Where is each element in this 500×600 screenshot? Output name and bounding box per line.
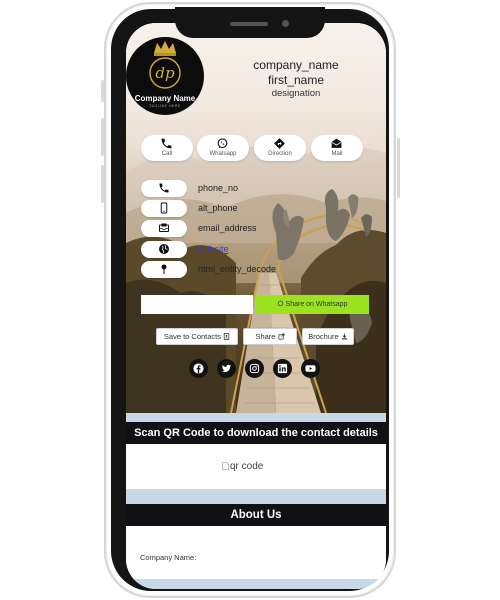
share-icon xyxy=(278,333,285,340)
hero-section: dp Company Name TAGLINE HERE company_nam… xyxy=(126,23,386,413)
mail-button[interactable]: Mail xyxy=(311,135,363,161)
share-label: Share xyxy=(255,332,276,341)
mobile-icon xyxy=(160,202,168,214)
broken-image-icon xyxy=(222,462,229,470)
company-name: company_name xyxy=(253,58,339,72)
section-divider xyxy=(126,413,386,422)
instagram-link[interactable] xyxy=(245,359,264,378)
whatsapp-button[interactable]: Whatsapp xyxy=(197,135,249,161)
linkedin-link[interactable] xyxy=(273,359,292,378)
mail-label: Mail xyxy=(331,151,343,157)
direction-label: Direction xyxy=(268,151,292,157)
share-button[interactable]: Share xyxy=(243,328,297,345)
facebook-link[interactable] xyxy=(189,359,208,378)
alt-phone-number[interactable]: alt_phone xyxy=(198,203,238,213)
whatsapp-label: Whatsapp xyxy=(209,151,237,157)
mail-icon xyxy=(331,138,342,148)
globe-icon xyxy=(159,244,169,254)
map-pin-icon xyxy=(161,264,167,274)
website-link[interactable]: website xyxy=(198,244,229,254)
logo-monogram: dp xyxy=(155,64,175,82)
first-name: first_name xyxy=(267,73,325,87)
envelope-icon xyxy=(159,223,169,232)
contact-icon-pill[interactable] xyxy=(141,220,187,237)
phone-number[interactable]: phone_no xyxy=(198,183,238,193)
twitter-icon xyxy=(221,364,232,373)
save-to-contacts-button[interactable]: Save to Contacts xyxy=(156,328,238,345)
phone-screen: dp Company Name TAGLINE HERE company_nam… xyxy=(126,23,386,589)
facebook-icon xyxy=(193,363,204,374)
section-divider xyxy=(126,579,386,589)
youtube-icon xyxy=(305,365,316,372)
qr-code-alt-text: qr code xyxy=(230,461,264,472)
instagram-icon xyxy=(249,363,260,374)
address-text: html_entity_decode xyxy=(198,264,277,274)
contact-card-icon xyxy=(223,333,230,340)
direction-button[interactable]: Direction xyxy=(254,135,306,161)
phone-frame: dp Company Name TAGLINE HERE company_nam… xyxy=(104,2,396,598)
qr-code-image: qr code xyxy=(222,461,264,472)
save-to-contacts-label: Save to Contacts xyxy=(163,332,222,341)
qr-section-title: Scan QR Code to download the contact det… xyxy=(126,422,386,444)
brochure-button[interactable]: Brochure xyxy=(302,328,354,345)
whatsapp-number-input[interactable] xyxy=(141,295,253,314)
contact-icon-pill[interactable] xyxy=(141,261,187,278)
direction-icon xyxy=(274,138,285,149)
phone-bezel: dp Company Name TAGLINE HERE company_nam… xyxy=(111,9,389,591)
designation: designation xyxy=(271,88,321,99)
power-button xyxy=(397,138,400,198)
call-label: Call xyxy=(161,151,173,157)
company-name-label: Company Name: xyxy=(140,553,197,562)
phone-icon xyxy=(159,183,169,193)
email-address[interactable]: email_address xyxy=(198,223,257,233)
download-icon xyxy=(341,333,347,340)
linkedin-icon xyxy=(277,363,288,374)
section-divider xyxy=(126,489,386,504)
phone-icon xyxy=(161,138,172,149)
call-button[interactable]: Call xyxy=(141,135,193,161)
whatsapp-icon xyxy=(217,138,228,149)
contact-icon-pill[interactable] xyxy=(141,180,187,197)
about-section-title: About Us xyxy=(126,504,386,526)
phone-speaker xyxy=(230,22,268,26)
contact-icon-pill[interactable] xyxy=(141,200,187,217)
twitter-link[interactable] xyxy=(217,359,236,378)
share-on-whatsapp-button[interactable]: Share on Whatsapp xyxy=(255,295,369,314)
phone-camera xyxy=(282,20,289,27)
logo-company-name: Company Name xyxy=(134,94,196,103)
brochure-label: Brochure xyxy=(308,332,339,341)
logo-tagline: TAGLINE HERE xyxy=(149,104,181,108)
youtube-link[interactable] xyxy=(301,359,320,378)
share-on-whatsapp-label: Share on Whatsapp xyxy=(285,301,348,308)
contact-icon-pill[interactable] xyxy=(141,241,187,258)
whatsapp-icon xyxy=(277,300,283,307)
company-logo: dp Company Name TAGLINE HERE xyxy=(126,37,204,115)
